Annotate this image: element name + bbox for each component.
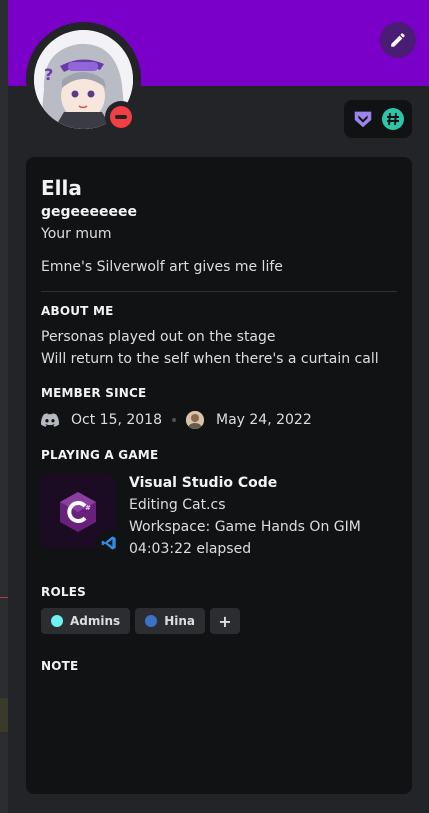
discord-logo-icon — [41, 413, 59, 427]
do-not-disturb-icon — [110, 106, 132, 128]
about-me-heading: ABOUT ME — [41, 304, 114, 318]
status-indicator — [105, 101, 137, 133]
activity-file: Editing Cat.cs — [129, 497, 226, 513]
profile-card: Ella gegeeeeeee Your mum Emne's Silverwo… — [26, 157, 412, 794]
profile-popout: ? Ella gegeeeeeee Your mum Emne's Silver… — [8, 0, 429, 813]
custom-status: Emne's Silverwolf art gives me life — [41, 259, 283, 275]
about-me-line: Will return to the self when there's a c… — [41, 351, 379, 367]
note-heading: NOTE — [41, 659, 79, 673]
server-icon — [186, 411, 204, 429]
activity-heading: PLAYING A GAME — [41, 448, 159, 462]
edit-profile-button[interactable] — [380, 22, 416, 58]
role-label: Hina — [164, 614, 195, 628]
background-divider — [0, 597, 8, 598]
pencil-icon — [391, 33, 405, 47]
activity-card: # Visual Studio Code Editing Cat.cs Work… — [41, 474, 397, 560]
add-role-button[interactable]: + — [209, 608, 240, 634]
activity-details: Visual Studio Code Editing Cat.cs Worksp… — [129, 472, 361, 560]
badge-list — [344, 100, 412, 138]
activity-title: Visual Studio Code — [129, 475, 278, 491]
discord-member-date: Oct 15, 2018 — [71, 412, 162, 428]
hypesquad-balance-icon[interactable] — [351, 107, 375, 131]
role-color-dot — [145, 615, 158, 627]
background-highlight — [0, 698, 8, 732]
role-hina[interactable]: Hina — [135, 608, 205, 634]
about-me-line: Personas played out on the stage — [41, 329, 276, 345]
background-strip — [0, 0, 8, 813]
svg-text:#: # — [85, 504, 91, 512]
username[interactable]: gegeeeeeee — [41, 204, 397, 220]
note-input[interactable] — [41, 679, 397, 739]
server-member-date: May 24, 2022 — [216, 412, 312, 428]
separator-dot — [172, 418, 176, 422]
member-since-row: Oct 15, 2018 May 24, 2022 — [41, 409, 397, 431]
member-since-heading: MEMBER SINCE — [41, 386, 147, 400]
role-list: Admins Hina + — [41, 608, 397, 634]
pronouns: Your mum — [41, 226, 112, 242]
role-label: Admins — [70, 614, 121, 628]
about-me-text: Personas played out on the stage Will re… — [41, 326, 397, 370]
hashtag-icon[interactable] — [381, 107, 405, 131]
activity-elapsed: 04:03:22 elapsed — [129, 541, 252, 557]
vscode-icon — [96, 530, 122, 556]
avatar-frame[interactable]: ? — [26, 22, 141, 137]
roles-heading: ROLES — [41, 585, 86, 599]
activity-workspace: Workspace: Game Hands On GIM — [129, 519, 361, 535]
role-admins[interactable]: Admins — [41, 608, 131, 634]
role-color-dot — [51, 615, 63, 627]
divider — [41, 291, 397, 292]
svg-text:?: ? — [44, 65, 53, 84]
display-name: Ella — [41, 176, 82, 200]
csharp-icon: # — [41, 474, 122, 556]
